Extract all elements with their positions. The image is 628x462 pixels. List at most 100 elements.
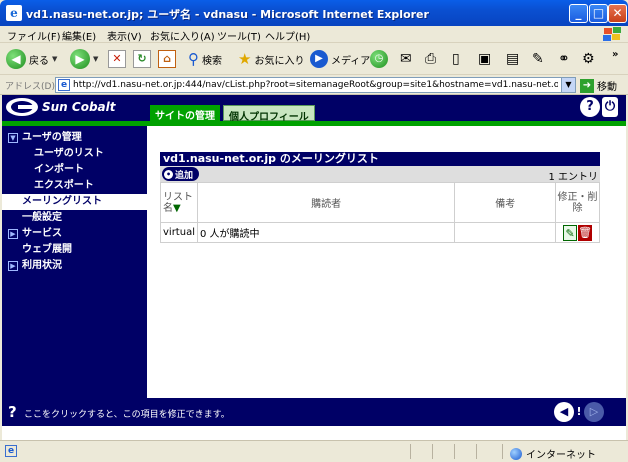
history-button[interactable]: ◷ [370,48,388,70]
entry-count: 1 エントリ [548,172,598,183]
sidebar-item-services[interactable]: ▶ サービス [2,226,147,242]
cell-subscribers: 0 人が購読中 [196,222,456,243]
window-title: vd1.nasu-net.or.jp; ユーザ名 - vdnasu - Micr… [26,8,429,21]
forward-button[interactable]: ▶ ▼ [70,48,98,70]
menu-tools[interactable]: ツール(T) [217,28,261,43]
security-zone: インターネット [510,446,596,461]
forward-arrow-icon: ▶ [70,49,90,69]
menu-favorites[interactable]: お気に入り(A) [150,28,215,43]
logout-icon[interactable]: ⏻ [602,97,618,117]
print-icon: ⎙ [425,51,437,67]
cell-note [454,222,557,243]
address-dropdown-icon[interactable]: ▼ [561,78,575,92]
media-button[interactable]: ▶ メディア [310,48,370,70]
settings-button[interactable]: ⚙ [582,48,595,70]
cell-list-name: virtual [160,222,198,243]
search-button[interactable]: ⚲ 検索 [188,48,222,70]
close-button[interactable]: ✕ [608,4,627,23]
zone-label: インターネット [526,450,596,461]
alert-icon[interactable]: ! [574,402,584,422]
sidebar-item-usage[interactable]: ▶ 利用状況 [2,258,147,274]
go-button[interactable]: ➜ 移動 [580,78,617,93]
page-content: Sun Cobalt サイトの管理 個人プロフィール ? ⏻ ▼ ユーザの管理 … [2,95,626,440]
ie-logo-icon: e [6,5,22,21]
mail-button[interactable]: ✉ [400,48,412,70]
status-divider [502,444,503,459]
menu-edit[interactable]: 編集(E) [62,28,96,43]
collapsed-triangle-icon: ▶ [8,261,18,271]
main-content: vd1.nasu-net.or.jp のメーリングリスト • 追加 1 エントリ… [147,126,626,414]
research-button[interactable]: ▤ [506,48,519,70]
pencil-icon[interactable]: ✎ [563,224,578,241]
expanded-triangle-icon: ▼ [8,133,18,143]
sidebar-item-general-settings[interactable]: 一般設定 [2,210,147,226]
status-divider [432,444,433,459]
logo-text: Sun Cobalt [42,100,116,114]
sun-cobalt-logo: Sun Cobalt [6,98,116,116]
table-header-row: リスト名▼ 購読者 備考 修正・削除 [160,182,600,223]
back-dropdown-icon: ▼ [52,55,58,63]
trash-icon[interactable]: 🗑 [578,224,593,241]
windows-logo-icon [600,26,622,43]
status-divider [476,444,477,459]
back-arrow-icon: ◀ [6,49,26,69]
messenger-button[interactable]: ✎ [532,48,544,70]
link-icon: ⚭ [558,51,570,67]
link-button[interactable]: ⚭ [558,48,570,70]
menu-help[interactable]: ヘルプ(H) [265,28,310,43]
sidebar-item-web-deploy[interactable]: ウェブ展開 [2,242,147,258]
sidebar-item-user-list[interactable]: ユーザのリスト [2,146,147,162]
menu-bar: ファイル(F) 編集(E) 表示(V) お気に入り(A) ツール(T) ヘルプ(… [0,26,628,43]
back-label: 戻る [29,55,49,67]
back-button[interactable]: ◀ 戻る ▼ [6,48,57,70]
sidebar-item-user-management[interactable]: ▼ ユーザの管理 [2,130,147,146]
add-label: 追加 [175,170,194,181]
discuss-icon: ▣ [478,51,492,67]
favorites-button[interactable]: ★ お気に入り [238,48,304,70]
address-input[interactable]: e http://vd1.nasu-net.or.jp:444/nav/cLis… [55,77,576,93]
sidebar-item-export[interactable]: エクスポート [2,178,147,194]
refresh-button[interactable]: ↻ [133,48,151,70]
sidebar-item-mailing-list[interactable]: メーリングリスト [2,194,147,210]
column-header-note[interactable]: 備考 [454,182,557,223]
page-done-icon: e [5,445,17,457]
go-label: 移動 [597,82,617,93]
home-button[interactable]: ⌂ [158,48,176,70]
search-label: 検索 [202,55,222,67]
maximize-button[interactable]: □ [589,4,608,23]
discuss-button[interactable]: ▣ [478,48,491,70]
table-row: virtual 0 人が購読中 ✎ 🗑 [160,222,600,243]
list-toolbar: • 追加 1 エントリ [160,166,600,183]
toolbar-overflow-button[interactable]: » [612,43,618,65]
minimize-button[interactable]: _ [569,4,588,23]
favorites-label: お気に入り [254,55,305,67]
column-header-name[interactable]: リスト名▼ [160,182,198,223]
edit-button[interactable]: ▯ [452,48,460,70]
app-header: Sun Cobalt サイトの管理 個人プロフィール ? ⏻ [2,95,626,123]
sidebar-item-import[interactable]: インポート [2,162,147,178]
menu-file[interactable]: ファイル(F) [7,28,61,43]
tab-personal-profile[interactable]: 個人プロフィール [223,105,315,123]
address-url[interactable]: http://vd1.nasu-net.or.jp:444/nav/cList.… [73,80,558,90]
edit-page-icon: ▯ [452,51,460,67]
menu-view[interactable]: 表示(V) [107,28,142,43]
sidebar-item-label: 利用状況 [22,260,62,271]
window-title-bar[interactable]: e vd1.nasu-net.or.jp; ユーザ名 - vdnasu - Mi… [0,0,628,26]
help-icon[interactable]: ? [580,97,600,117]
help-message: ここをクリックすると、この項目を修正できます。 [24,410,230,420]
research-icon: ▤ [506,51,520,67]
column-header-actions: 修正・削除 [555,182,600,223]
forward-arrow-icon[interactable]: ▷ [584,402,604,422]
tab-site-management[interactable]: サイトの管理 [150,105,220,122]
media-icon: ▶ [310,50,328,68]
back-arrow-icon[interactable]: ◀ [554,402,574,422]
address-label: アドレス(D) [5,82,55,92]
column-header-subscribers[interactable]: 購読者 [196,182,456,223]
add-button[interactable]: • 追加 [162,167,200,181]
toolbar: ◀ 戻る ▼ ▶ ▼ ✕ ↻ ⌂ ⚲ 検索 ★ お気に入り ▶ メディア ◷ ✉… [0,43,628,75]
print-button[interactable]: ⎙ [425,48,436,70]
sidebar-item-label: ユーザの管理 [22,132,82,143]
go-arrow-icon: ➜ [580,78,594,93]
stop-button[interactable]: ✕ [108,48,126,70]
sidebar-item-label: サービス [22,228,62,239]
